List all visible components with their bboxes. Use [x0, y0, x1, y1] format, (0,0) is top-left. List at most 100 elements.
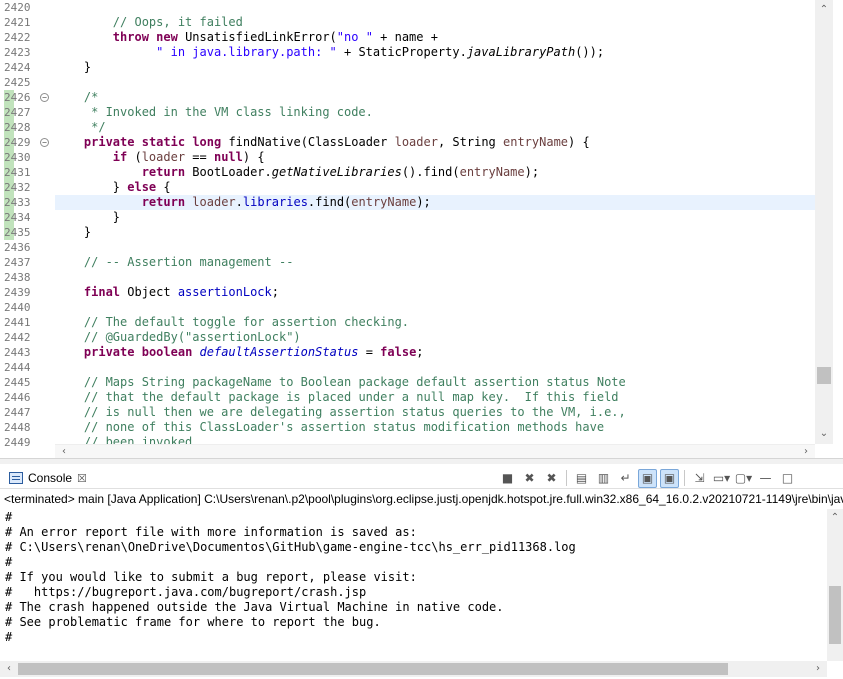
code-line[interactable]: * Invoked in the VM class linking code.	[55, 105, 815, 120]
clear-console-icon[interactable]: ▤	[572, 469, 591, 488]
code-editor[interactable]: 2420 2421 2422 2423 2424 2425 2426−2427 2428 242…	[0, 0, 843, 458]
pin-console-icon[interactable]: ⇲	[690, 469, 709, 488]
open-console-icon[interactable]: ▢▾	[734, 469, 753, 488]
remove-launch-icon[interactable]: ✖	[520, 469, 539, 488]
show-stderr-icon[interactable]: ▣	[660, 468, 679, 488]
console-icon	[9, 472, 23, 484]
code-token: }	[55, 180, 128, 194]
code-line[interactable]: */	[55, 120, 815, 135]
code-line[interactable]: private boolean defaultAssertionStatus =…	[55, 345, 815, 360]
code-token: .find(	[307, 195, 352, 209]
code-line[interactable]: }	[55, 210, 815, 225]
code-line[interactable]: }	[55, 60, 815, 75]
launch-status: <terminated> main [Java Application] C:\…	[4, 492, 843, 506]
console-scroll-left-arrow-icon[interactable]: ‹	[2, 663, 16, 675]
scroll-left-arrow-icon[interactable]: ‹	[57, 446, 71, 458]
tab-console[interactable]: Console ☒	[3, 468, 93, 488]
scroll-right-arrow-icon[interactable]: ›	[799, 446, 813, 458]
console-output-line: # The crash happened outside the Java Vi…	[5, 600, 504, 614]
console-scroll-right-arrow-icon[interactable]: ›	[811, 663, 825, 675]
code-token: findNative(ClassLoader	[221, 135, 395, 149]
console-tab-label: Console	[28, 471, 73, 485]
code-token: loader	[192, 195, 236, 209]
code-line[interactable]: }	[55, 225, 815, 240]
collapse-icon[interactable]: −	[40, 138, 49, 147]
close-icon[interactable]: ☒	[77, 472, 87, 485]
code-token: // Oops, it failed	[112, 15, 243, 29]
code-token: private	[83, 135, 135, 149]
console-vertical-scroll-thumb[interactable]	[829, 586, 841, 644]
console-output-line: # See problematic frame for where to rep…	[5, 615, 381, 629]
code-line[interactable]: /*	[55, 90, 815, 105]
console-horizontal-scrollbar[interactable]: ‹ ›	[0, 661, 827, 677]
scroll-down-arrow-icon[interactable]: ⌄	[817, 428, 831, 440]
line-number: 2447	[4, 406, 31, 419]
scroll-lock-icon[interactable]: ▥	[594, 469, 613, 488]
editor-vertical-scroll-thumb[interactable]	[817, 367, 831, 384]
console-output-line: # If you would like to submit a bug repo…	[5, 570, 417, 584]
code-line[interactable]: // -- Assertion management --	[55, 255, 815, 270]
code-line[interactable]: private static long findNative(ClassLoad…	[55, 135, 815, 150]
code-line[interactable]: throw new UnsatisfiedLinkError("no " + n…	[55, 30, 815, 45]
code-line[interactable]: return BootLoader.getNativeLibraries().f…	[55, 165, 815, 180]
code-token: }	[55, 60, 92, 74]
code-line[interactable]: // none of this ClassLoader's assertion …	[55, 420, 815, 435]
code-line[interactable]: // Oops, it failed	[55, 15, 815, 30]
code-token: + name +	[372, 30, 438, 44]
console-horizontal-scroll-thumb[interactable]	[18, 663, 728, 675]
code-line[interactable]: if (loader == null) {	[55, 150, 815, 165]
line-number: 2437	[4, 256, 31, 269]
line-number: 2438	[4, 271, 31, 284]
editor-horizontal-scrollbar[interactable]: ‹ ›	[55, 444, 815, 458]
display-console-icon[interactable]: ▭▾	[712, 469, 731, 488]
line-number: 2445	[4, 376, 31, 389]
code-line[interactable]: // Maps String packageName to Boolean pa…	[55, 375, 815, 390]
code-token: "no "	[336, 30, 373, 44]
editor-vertical-scrollbar[interactable]: ⌃ ⌄	[815, 0, 833, 444]
line-number: 2443	[4, 346, 31, 359]
collapse-icon[interactable]: −	[40, 93, 49, 102]
code-line[interactable]: final Object assertionLock;	[55, 285, 815, 300]
scroll-up-arrow-icon[interactable]: ⌃	[817, 4, 831, 16]
code-line[interactable]: } else {	[55, 180, 815, 195]
code-token: ().find(	[401, 165, 460, 179]
code-line[interactable]: // @GuardedBy("assertionLock")	[55, 330, 815, 345]
maximize-icon[interactable]: □	[778, 469, 797, 488]
console-vertical-scrollbar[interactable]: ⌃	[827, 509, 843, 661]
terminate-icon[interactable]: ■	[498, 469, 517, 488]
code-line[interactable]	[55, 360, 815, 375]
code-line[interactable]	[55, 300, 815, 315]
code-token: ());	[575, 45, 605, 59]
code-line[interactable]	[55, 270, 815, 285]
code-line[interactable]	[55, 240, 815, 255]
console-scroll-up-arrow-icon[interactable]: ⌃	[828, 512, 842, 524]
code-token: loader	[141, 150, 186, 164]
code-line[interactable]: // that the default package is placed un…	[55, 390, 815, 405]
console-output[interactable]: # # An error report file with more inform…	[0, 509, 827, 661]
minimize-icon[interactable]: —	[756, 469, 775, 488]
code-line[interactable]	[55, 0, 815, 15]
code-token: );	[416, 195, 431, 209]
code-line[interactable]: return loader.libraries.find(entryName);	[55, 195, 815, 210]
code-token: false	[380, 345, 417, 359]
line-number: 2427	[4, 106, 31, 119]
code-line[interactable]: // The default toggle for assertion chec…	[55, 315, 815, 330]
code-token: entryName	[351, 195, 417, 209]
line-number: 2440	[4, 301, 31, 314]
code-area[interactable]: // Oops, it failed throw new Unsatisfied…	[55, 0, 815, 449]
word-wrap-icon[interactable]: ↵	[616, 469, 635, 488]
code-line[interactable]: // is null then we are delegating assert…	[55, 405, 815, 420]
show-stdout-icon[interactable]: ▣	[638, 468, 657, 488]
code-line[interactable]	[55, 75, 815, 90]
code-token: long	[192, 135, 222, 149]
toolbar-separator	[566, 470, 567, 486]
code-line[interactable]: " in java.library.path: " + StaticProper…	[55, 45, 815, 60]
remove-all-launches-icon[interactable]: ✖	[542, 469, 561, 488]
code-token: ;	[271, 285, 279, 299]
